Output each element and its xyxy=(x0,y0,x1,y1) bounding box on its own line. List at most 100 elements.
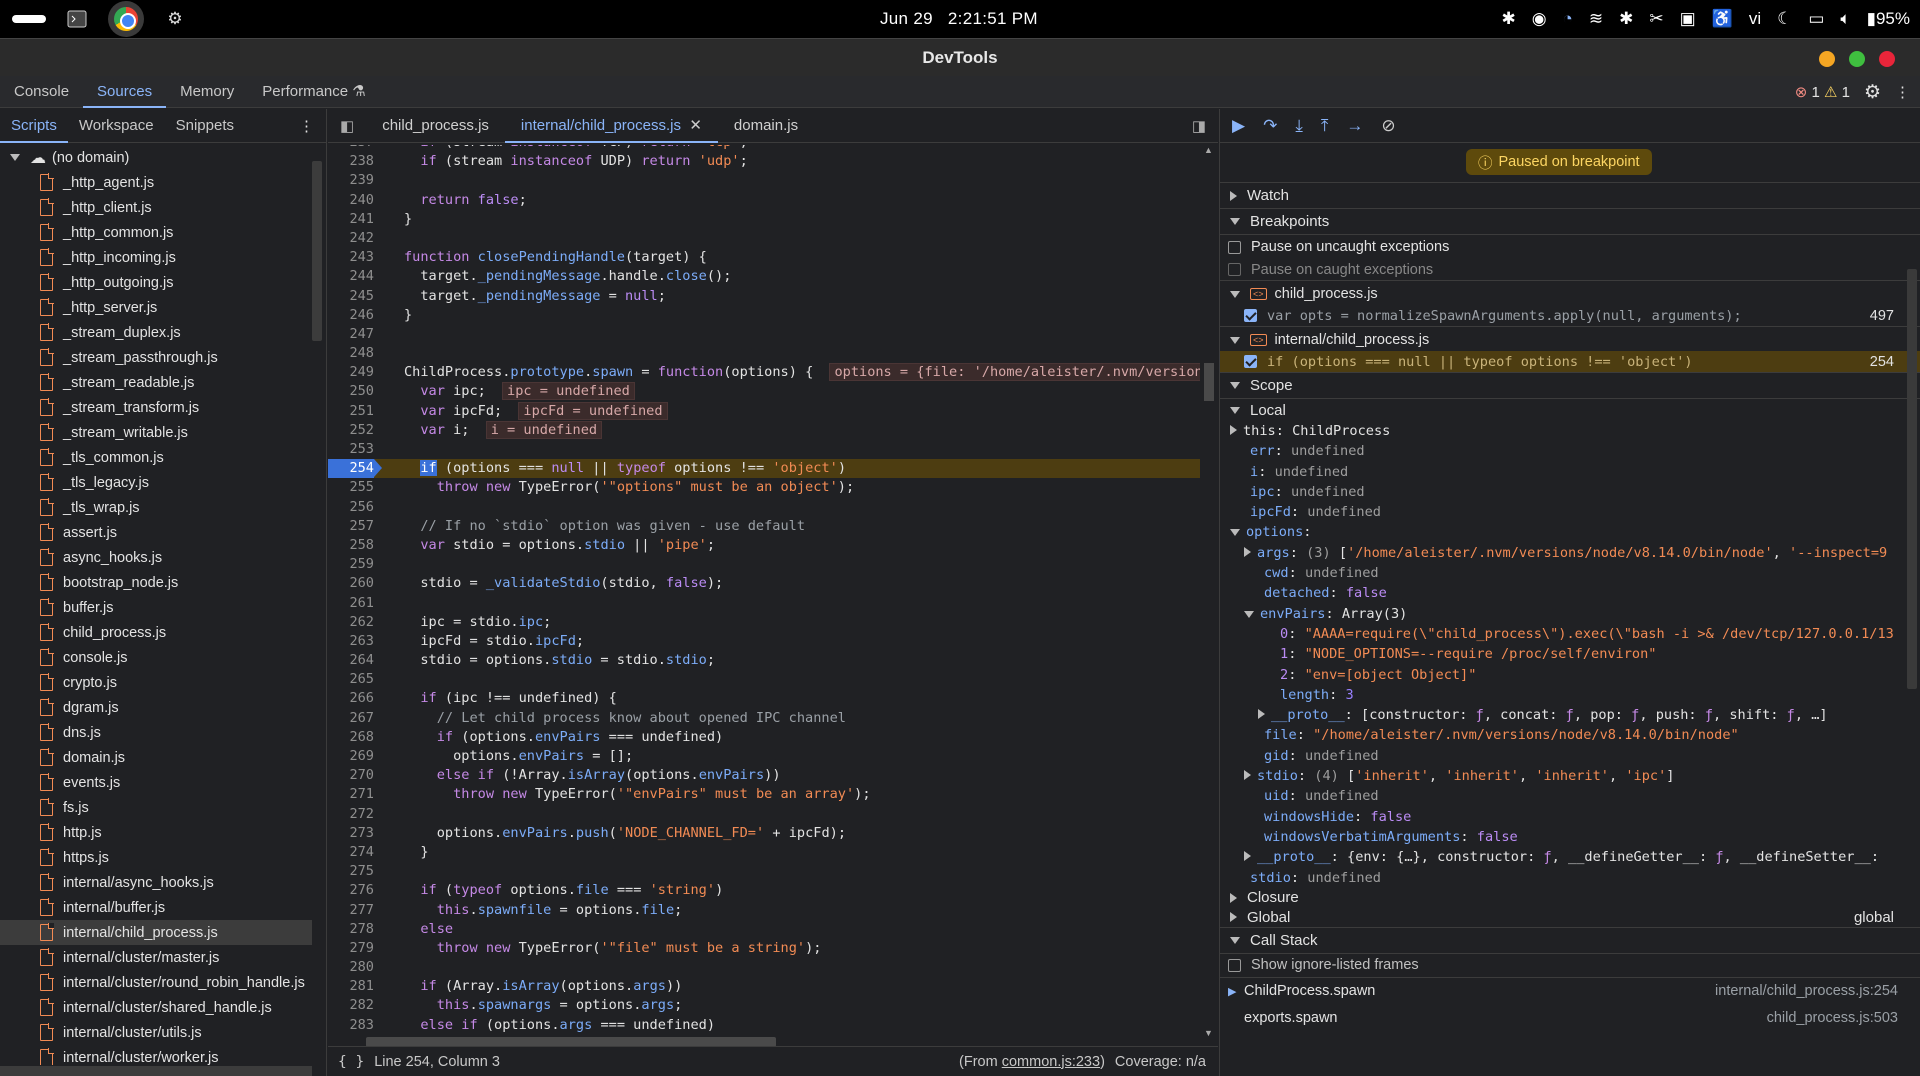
scope-property[interactable]: envPairs: Array(3) xyxy=(1220,604,1920,624)
editor-tab-child-process[interactable]: child_process.js xyxy=(366,109,505,143)
code-line[interactable]: 248 xyxy=(328,344,1200,363)
file-item[interactable]: events.js xyxy=(0,770,312,795)
show-ignore-row[interactable]: Show ignore-listed frames xyxy=(1220,954,1920,978)
file-item[interactable]: _tls_legacy.js xyxy=(0,470,312,495)
code-line[interactable]: 262 ipc = stdio.ipc; xyxy=(328,613,1200,632)
code-line[interactable]: 272 xyxy=(328,805,1200,824)
callstack-section-header[interactable]: Call Stack xyxy=(1220,928,1920,954)
file-item[interactable]: _http_incoming.js xyxy=(0,245,312,270)
show-ignore-checkbox[interactable] xyxy=(1228,958,1241,972)
line-number[interactable]: 255 xyxy=(328,478,374,497)
bluetooth-status-icon[interactable]: ✱ xyxy=(1619,9,1633,29)
file-item[interactable]: crypto.js xyxy=(0,670,312,695)
code-line[interactable]: 239 xyxy=(328,171,1200,190)
file-item[interactable]: _http_common.js xyxy=(0,220,312,245)
scope-property[interactable]: ipcFd: undefined xyxy=(1220,502,1920,522)
line-number[interactable]: 253 xyxy=(328,440,374,459)
scope-property[interactable]: cwd: undefined xyxy=(1220,563,1920,583)
code-line[interactable]: 278 else xyxy=(328,920,1200,939)
line-number[interactable]: 281 xyxy=(328,977,374,996)
maximize-button[interactable] xyxy=(1849,51,1865,67)
line-number[interactable]: 279 xyxy=(328,939,374,958)
line-number[interactable]: 273 xyxy=(328,824,374,843)
breakpoint-checkbox[interactable] xyxy=(1244,309,1257,322)
file-item[interactable]: dgram.js xyxy=(0,695,312,720)
file-item[interactable]: _tls_wrap.js xyxy=(0,495,312,520)
code-line[interactable]: 246} xyxy=(328,306,1200,325)
tab-workspace[interactable]: Workspace xyxy=(68,109,165,143)
pause-caught-checkbox[interactable] xyxy=(1228,263,1241,276)
code-line[interactable]: 257 // If no `stdio` option was given - … xyxy=(328,517,1200,536)
line-number[interactable]: 251 xyxy=(328,402,374,421)
file-item[interactable]: _http_server.js xyxy=(0,295,312,320)
code-line[interactable]: 251 var ipcFd; ipcFd = undefined xyxy=(328,401,1200,421)
editor-scrollbar[interactable]: ▲ ▼ xyxy=(1202,145,1216,1038)
step-icon[interactable]: → xyxy=(1346,116,1363,136)
file-item[interactable]: _stream_writable.js xyxy=(0,420,312,445)
line-number[interactable]: 248 xyxy=(328,344,374,363)
step-into-icon[interactable]: ⤓ xyxy=(1295,116,1303,136)
breakpoint-entry[interactable]: if (options === null || typeof options !… xyxy=(1220,351,1920,373)
line-number[interactable]: 249 xyxy=(328,363,374,382)
line-number[interactable]: 269 xyxy=(328,747,374,766)
line-number[interactable]: 240 xyxy=(328,191,374,210)
file-item[interactable]: _http_agent.js xyxy=(0,170,312,195)
tab-console[interactable]: Console xyxy=(0,76,83,108)
code-line[interactable]: 264 stdio = options.stdio = stdio.stdio; xyxy=(328,651,1200,670)
code-line[interactable]: 241} xyxy=(328,210,1200,229)
code-line[interactable]: 244 target._pendingMessage.handle.close(… xyxy=(328,267,1200,286)
navigator-scrollbar[interactable] xyxy=(312,161,322,341)
display-icon[interactable]: ▭ xyxy=(1808,9,1824,29)
file-item[interactable]: https.js xyxy=(0,845,312,870)
line-number[interactable]: 271 xyxy=(328,785,374,804)
line-number[interactable]: 237 xyxy=(328,145,374,152)
scope-property[interactable]: err: undefined xyxy=(1220,441,1920,461)
close-button[interactable] xyxy=(1879,51,1895,67)
code-line[interactable]: 260 stdio = _validateStdio(stdio, false)… xyxy=(328,574,1200,593)
line-number[interactable]: 257 xyxy=(328,517,374,536)
issues-counter[interactable]: ⊗ 1 ⚠ 1 xyxy=(1795,83,1850,101)
code-line[interactable]: 270 else if (!Array.isArray(options.envP… xyxy=(328,766,1200,785)
pause-uncaught-row[interactable]: Pause on uncaught exceptions xyxy=(1220,235,1920,259)
file-item[interactable]: internal/buffer.js xyxy=(0,895,312,920)
line-number[interactable]: 280 xyxy=(328,958,374,977)
close-tab-icon[interactable]: ✕ xyxy=(689,117,702,134)
line-number[interactable]: 246 xyxy=(328,306,374,325)
code-line[interactable]: 242 xyxy=(328,229,1200,248)
file-item[interactable]: internal/cluster/round_robin_handle.js xyxy=(0,970,312,995)
line-number[interactable]: 266 xyxy=(328,689,374,708)
local-scope-header[interactable]: Local xyxy=(1220,399,1920,421)
line-number[interactable]: 238 xyxy=(328,152,374,171)
code-line[interactable]: 261 xyxy=(328,594,1200,613)
line-number[interactable]: 263 xyxy=(328,632,374,651)
line-number[interactable]: 277 xyxy=(328,901,374,920)
scope-property[interactable]: 0: "AAAA=require(\"child_process\").exec… xyxy=(1220,624,1920,644)
accessibility-icon[interactable]: ♿ xyxy=(1712,9,1733,29)
code-line[interactable]: 258 var stdio = options.stdio || 'pipe'; xyxy=(328,536,1200,555)
line-number[interactable]: 267 xyxy=(328,709,374,728)
code-line[interactable]: 240 return false; xyxy=(328,191,1200,210)
file-item[interactable]: bootstrap_node.js xyxy=(0,570,312,595)
scope-property[interactable]: uid: undefined xyxy=(1220,786,1920,806)
file-item[interactable]: async_hooks.js xyxy=(0,545,312,570)
step-over-icon[interactable]: ↷ xyxy=(1263,116,1277,136)
file-item[interactable]: _stream_transform.js xyxy=(0,395,312,420)
tab-scripts[interactable]: Scripts xyxy=(0,109,68,143)
watch-section-header[interactable]: Watch xyxy=(1220,183,1920,209)
breakpoint-file-header[interactable]: <> internal/child_process.js xyxy=(1220,329,1920,351)
screen-icon[interactable]: ▣ xyxy=(1680,9,1696,29)
line-number[interactable]: 245 xyxy=(328,287,374,306)
code-line[interactable]: 252 var i; i = undefined xyxy=(328,420,1200,440)
line-number[interactable]: 276 xyxy=(328,881,374,900)
code-line[interactable]: 243 function closePendingHandle(target) { xyxy=(328,248,1200,267)
tab-performance[interactable]: Performance ⚗ xyxy=(248,76,380,108)
code-line[interactable]: 269 options.envPairs = []; xyxy=(328,747,1200,766)
navigator-more-icon[interactable]: ⋮ xyxy=(299,117,326,135)
pause-uncaught-checkbox[interactable] xyxy=(1228,240,1241,254)
bluetooth-icon[interactable]: ✱ xyxy=(1501,9,1515,29)
line-number[interactable]: 275 xyxy=(328,862,374,881)
editor-tab-internal-child-process[interactable]: internal/child_process.js ✕ xyxy=(504,109,718,143)
scope-property[interactable]: windowsHide: false xyxy=(1220,807,1920,827)
terminal-icon[interactable] xyxy=(64,6,90,32)
code-line[interactable]: 256 xyxy=(328,498,1200,517)
